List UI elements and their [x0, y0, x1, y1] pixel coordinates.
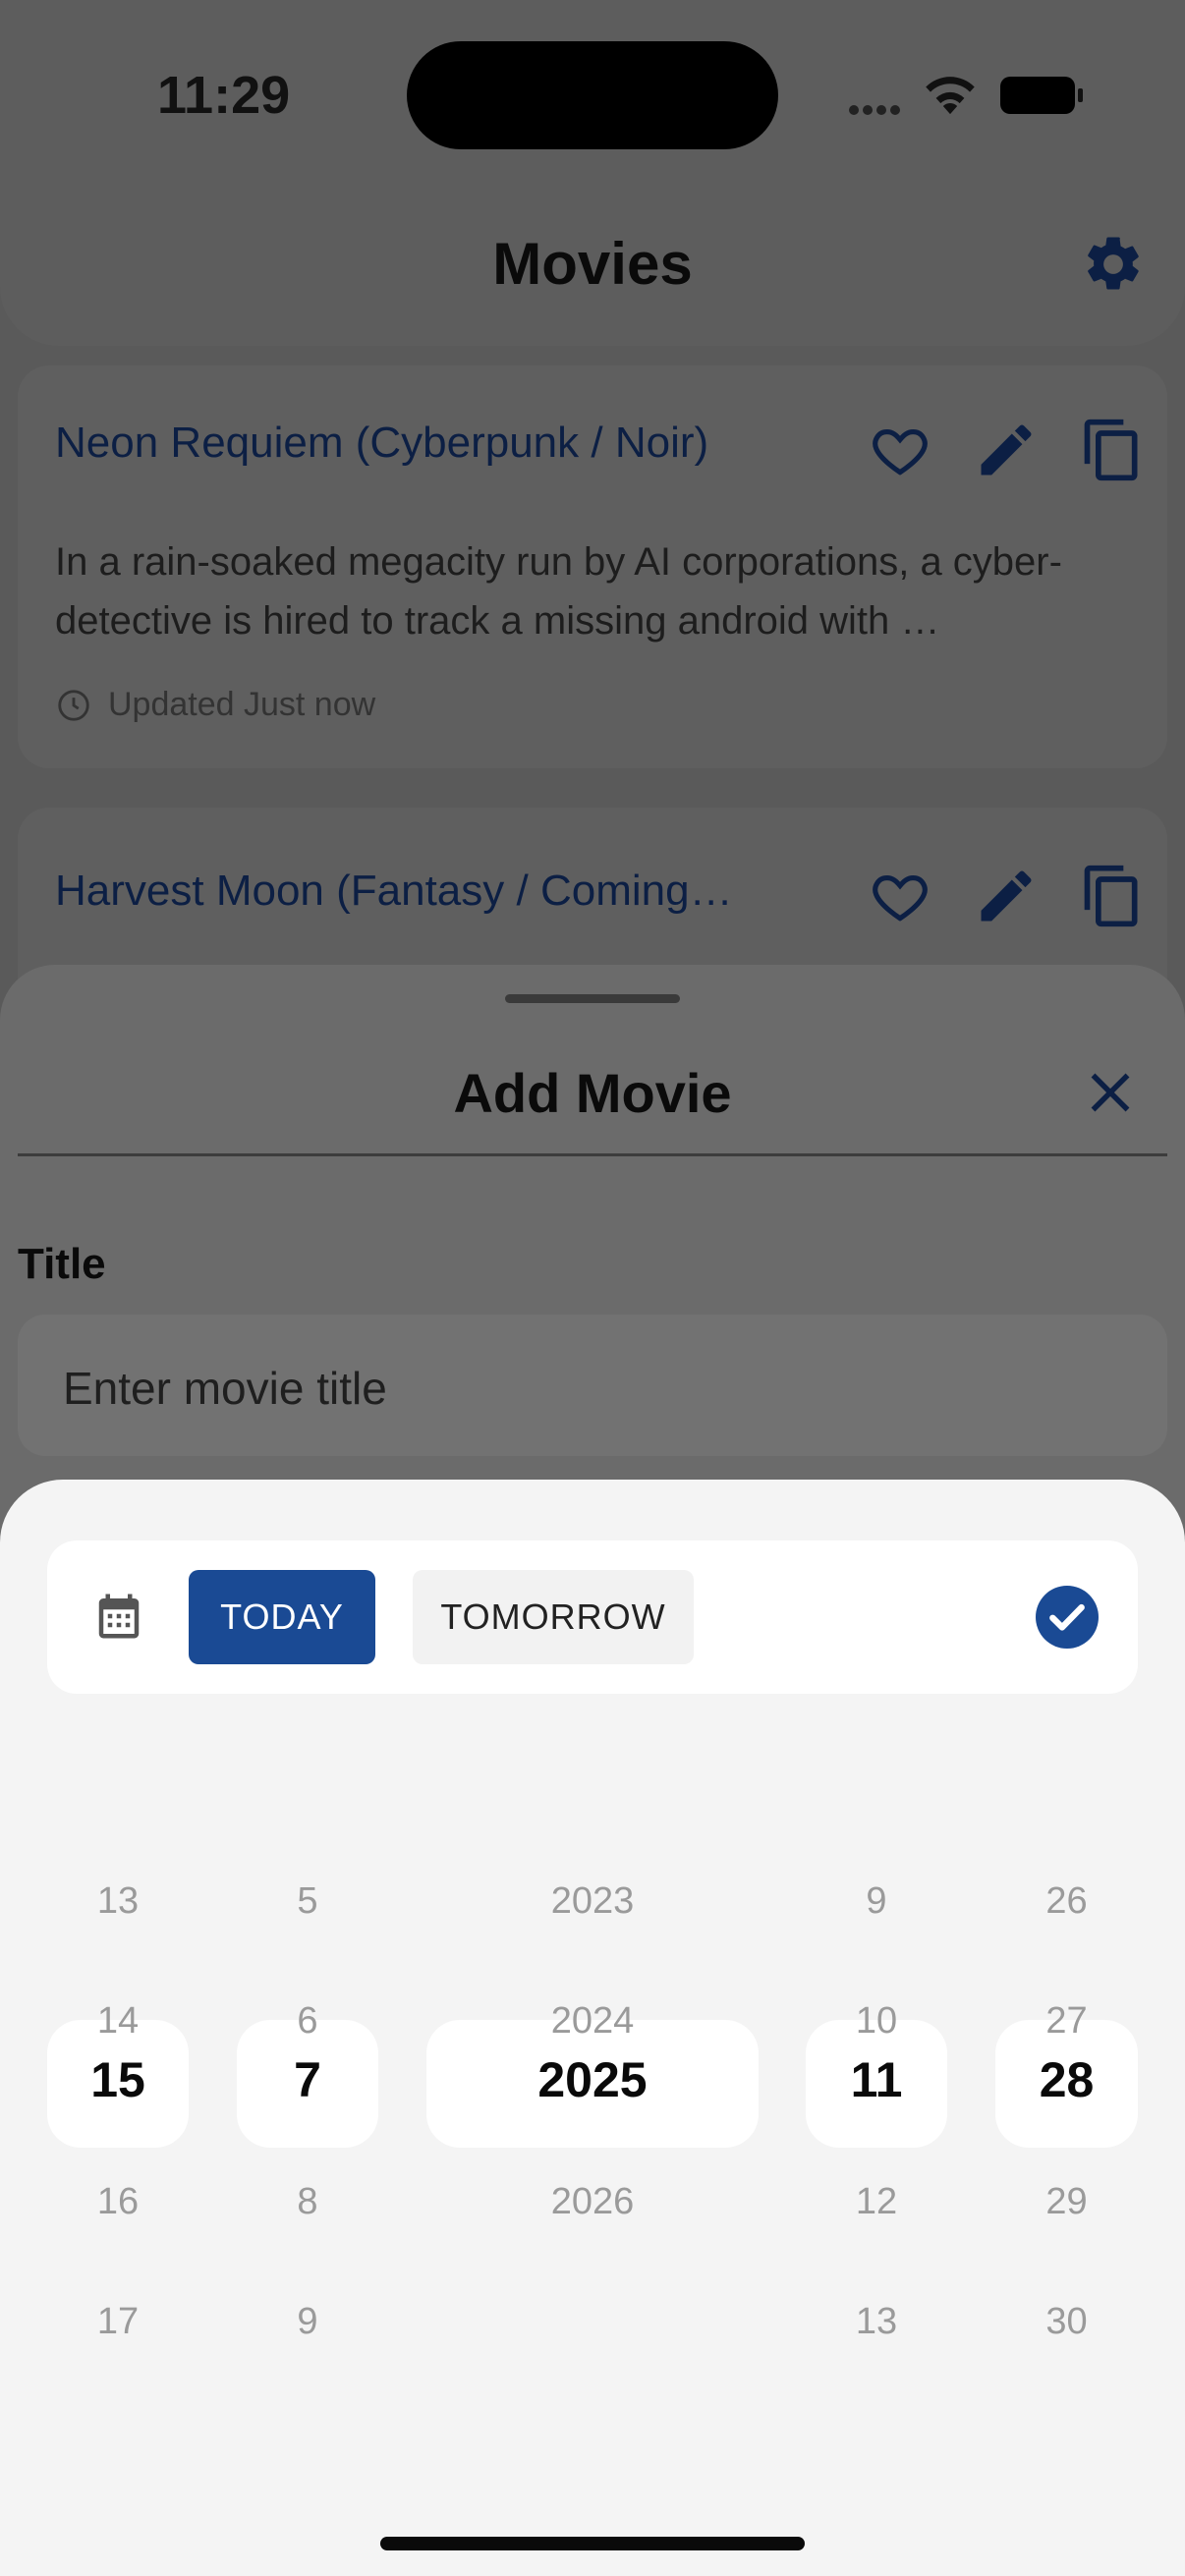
day-option[interactable]: 29 — [995, 2181, 1138, 2223]
title-label: Title — [18, 1240, 106, 1288]
updated-text: Updated Just now — [108, 686, 376, 723]
page-title: Movies — [492, 231, 693, 297]
movie-actions — [867, 417, 1146, 483]
date-picker: TODAY TOMORROW 13 14 15 16 17 5 6 7 8 9 2023 2024 20… — [0, 1480, 1185, 2576]
hour-option[interactable]: 16 — [47, 2181, 189, 2223]
confirm-check-icon[interactable] — [1036, 1586, 1099, 1649]
movie-actions — [867, 863, 1146, 929]
movie-title[interactable]: Neon Requiem (Cyberpunk / Noir) — [55, 419, 802, 468]
movie-description: In a rain-soaked megacity run by AI corp… — [55, 540, 1062, 643]
year-option[interactable]: 2025 — [426, 2051, 759, 2108]
heart-icon[interactable] — [867, 417, 933, 483]
hour-option[interactable]: 13 — [47, 1880, 189, 1923]
close-icon[interactable] — [1081, 1063, 1140, 1122]
minute-option[interactable]: 6 — [237, 2000, 378, 2043]
copy-icon[interactable] — [1079, 417, 1146, 483]
sheet-title: Add Movie — [453, 1062, 732, 1124]
title-input[interactable]: Enter movie title — [18, 1315, 1167, 1456]
year-option[interactable]: 2023 — [426, 1880, 759, 1923]
hour-option[interactable]: 15 — [47, 2051, 189, 2108]
movie-title[interactable]: Harvest Moon (Fantasy / Coming… — [55, 867, 802, 916]
day-option[interactable]: 27 — [995, 2000, 1138, 2043]
year-option[interactable]: 2026 — [426, 2181, 759, 2223]
edit-icon[interactable] — [973, 863, 1040, 929]
heart-icon[interactable] — [867, 863, 933, 929]
month-option[interactable]: 11 — [806, 2051, 947, 2108]
gear-icon[interactable] — [1081, 232, 1146, 297]
quick-select-bar: TODAY TOMORROW — [47, 1540, 1138, 1694]
minute-option[interactable]: 7 — [237, 2051, 378, 2108]
cellular-signal-icon — [849, 102, 908, 115]
month-option[interactable]: 13 — [806, 2301, 947, 2343]
status-bar: 11:29 — [0, 0, 1185, 177]
minute-option[interactable]: 8 — [237, 2181, 378, 2223]
copy-icon[interactable] — [1079, 863, 1146, 929]
sheet-grabber[interactable] — [505, 994, 680, 1003]
wifi-icon — [926, 77, 975, 115]
movie-card[interactable]: Neon Requiem (Cyberpunk / Noir) In a rai… — [18, 365, 1167, 768]
minute-option[interactable]: 5 — [237, 1880, 378, 1923]
day-option[interactable]: 26 — [995, 1880, 1138, 1923]
calendar-icon[interactable] — [92, 1590, 145, 1643]
home-indicator — [380, 2537, 805, 2550]
battery-icon — [1000, 77, 1083, 114]
hour-option[interactable]: 17 — [47, 2301, 189, 2343]
divider — [18, 1153, 1167, 1156]
today-button[interactable]: TODAY — [189, 1570, 375, 1664]
day-option[interactable]: 28 — [995, 2051, 1138, 2108]
tomorrow-button[interactable]: TOMORROW — [413, 1570, 694, 1664]
edit-icon[interactable] — [973, 417, 1040, 483]
month-option[interactable]: 12 — [806, 2181, 947, 2223]
day-option[interactable]: 30 — [995, 2301, 1138, 2343]
title-placeholder: Enter movie title — [63, 1363, 387, 1414]
dynamic-island — [407, 41, 778, 149]
clock-icon — [58, 689, 89, 721]
minute-option[interactable]: 9 — [237, 2301, 378, 2343]
movie-updated: Updated Just now — [55, 686, 375, 724]
status-time: 11:29 — [157, 66, 291, 125]
month-option[interactable]: 10 — [806, 2000, 947, 2043]
hour-option[interactable]: 14 — [47, 2000, 189, 2043]
month-option[interactable]: 9 — [806, 1880, 947, 1923]
year-option[interactable]: 2024 — [426, 2000, 759, 2043]
